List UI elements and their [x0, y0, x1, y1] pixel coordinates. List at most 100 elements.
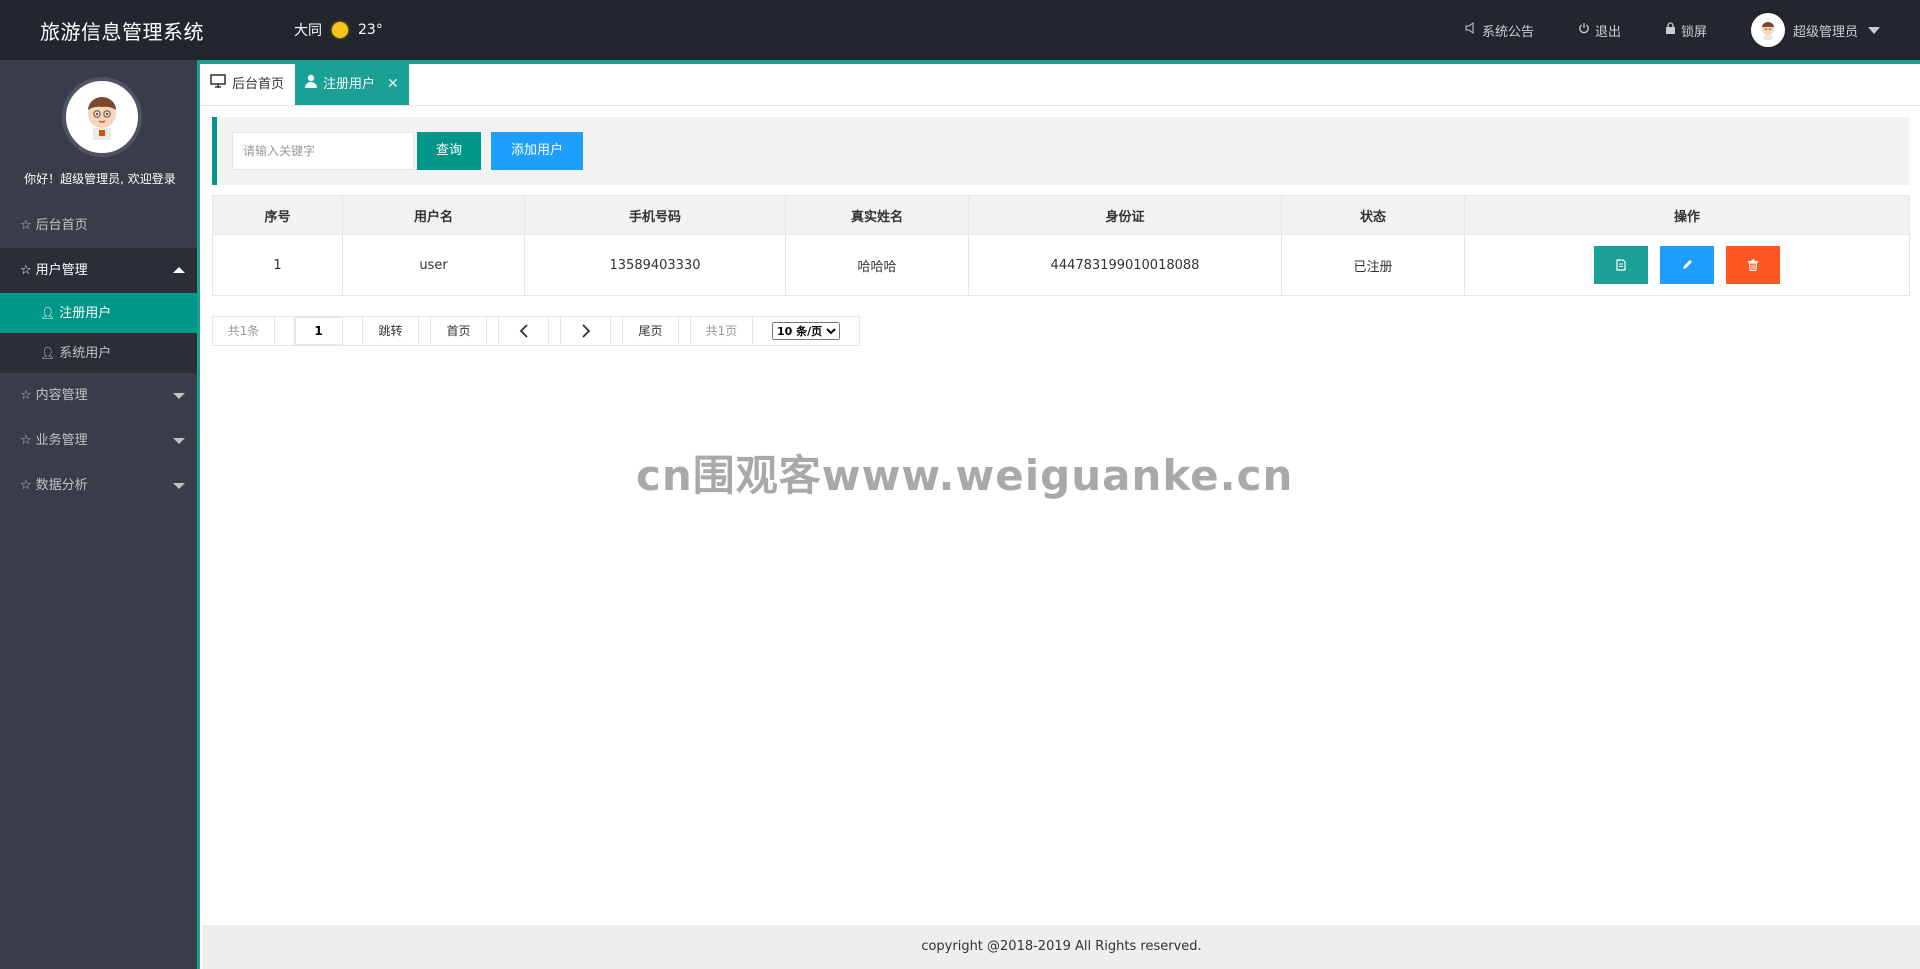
sun-icon [332, 22, 348, 38]
sidebar-item-label: 用户管理 [35, 263, 88, 278]
document-icon [1616, 259, 1626, 271]
chevron-down-icon [173, 438, 185, 444]
sidebar-item-content-management[interactable]: ☆ 内容管理 [0, 373, 197, 418]
chevron-left-icon [519, 324, 528, 338]
trash-icon [1748, 259, 1758, 272]
pager-spacer [549, 317, 561, 345]
column-header: 身份证 [968, 195, 1282, 235]
lock-icon [1665, 22, 1676, 38]
chevron-down-icon [173, 483, 185, 489]
weather-temperature: 23° [358, 22, 383, 38]
star-icon: ☆ [20, 388, 32, 403]
notice-button[interactable]: 系统公告 [1465, 21, 1534, 40]
pager-page-input-wrap [294, 317, 343, 345]
notice-label: 系统公告 [1481, 24, 1534, 40]
sidebar-nav: ☆ 后台首页 ☆ 用户管理 👤︎ 注册用户 👤︎ 系统用户 ☆ 内容管理 ☆ 业务管理 ☆ 数… [0, 203, 197, 508]
user-name: 超级管理员 [1792, 24, 1858, 40]
sidebar-item-label: 后台首页 [35, 218, 88, 233]
column-header: 操作 [1464, 195, 1910, 235]
sidebar-item-home[interactable]: ☆ 后台首页 [0, 203, 197, 248]
sidebar-item-user-management[interactable]: ☆ 用户管理 [0, 248, 197, 293]
chevron-right-icon [581, 324, 590, 338]
tab-label: 后台首页 [232, 77, 285, 92]
page-input[interactable] [294, 317, 343, 345]
pager-spacer [487, 317, 499, 345]
first-page-button[interactable]: 首页 [431, 317, 487, 345]
page-size-wrap: 10 条/页 [753, 317, 859, 345]
pager-spacer [343, 317, 363, 345]
tab-registered-users[interactable]: 注册用户 ✕ [295, 64, 410, 105]
cell-actions [1464, 234, 1910, 296]
sidebar: 你好！超级管理员, 欢迎登录 ☆ 后台首页 ☆ 用户管理 👤︎ 注册用户 👤︎ 系统用户… [0, 60, 200, 969]
power-icon [1578, 22, 1590, 38]
star-icon: ☆ [20, 433, 32, 448]
app-title: 旅游信息管理系统 [40, 20, 204, 44]
chevron-down-icon [1868, 26, 1880, 34]
pager-spacer [419, 317, 431, 345]
cell-phone: 13589403330 [524, 234, 786, 296]
weather-city: 大同 [294, 23, 322, 39]
speaker-icon [1465, 22, 1477, 38]
pager-spacer [679, 317, 691, 345]
next-page-button[interactable] [561, 317, 611, 345]
sidebar-item-label: 系统用户 [59, 346, 112, 361]
sidebar-avatar [62, 77, 142, 157]
add-user-button[interactable]: 添加用户 [491, 132, 583, 170]
welcome-text: 你好！超级管理员, 欢迎登录 [24, 172, 176, 186]
search-input[interactable] [232, 132, 414, 170]
lock-label: 锁屏 [1680, 24, 1707, 40]
sidebar-item-label: 业务管理 [35, 433, 88, 448]
column-header: 真实姓名 [785, 195, 969, 235]
cell-index: 1 [212, 234, 343, 296]
pager-spacer [611, 317, 623, 345]
pager-pages: 共1页 [691, 317, 753, 345]
sidebar-item-label: 数据分析 [35, 478, 88, 493]
sidebar-item-label: 内容管理 [35, 388, 88, 403]
footer-copyright: copyright @2018-2019 All Rights reserved… [203, 925, 1920, 969]
weather-widget: 大同 23° [294, 20, 383, 40]
star-icon: ☆ [20, 263, 32, 278]
cell-username: user [342, 234, 525, 296]
header-actions: 系统公告 退出 锁屏 超级管理员 [1421, 0, 1880, 60]
query-button[interactable]: 查询 [417, 132, 481, 170]
table-header-row: 序号 用户名 手机号码 真实姓名 身份证 状态 操作 [212, 195, 1910, 235]
top-header: 旅游信息管理系统 大同 23° 系统公告 退出 锁屏 超级管理员 [0, 0, 1920, 60]
view-button[interactable] [1594, 246, 1648, 284]
star-icon: ☆ [20, 218, 32, 233]
tab-home[interactable]: 后台首页 [200, 64, 296, 105]
page-size-select[interactable]: 10 条/页 [772, 322, 840, 340]
tab-bar: 后台首页 注册用户 ✕ [200, 64, 1920, 106]
logout-label: 退出 [1594, 24, 1621, 40]
edit-button[interactable] [1660, 246, 1714, 284]
close-icon[interactable]: ✕ [387, 64, 399, 105]
sidebar-item-system-users[interactable]: 👤︎ 系统用户 [0, 333, 197, 373]
sidebar-item-label: 注册用户 [59, 306, 112, 321]
sidebar-item-registered-users[interactable]: 👤︎ 注册用户 [0, 293, 197, 333]
pager-spacer [275, 317, 295, 345]
sidebar-item-business-management[interactable]: ☆ 业务管理 [0, 418, 197, 463]
pagination: 共1条 跳转 首页 尾页 共1页 10 条/页 [212, 316, 860, 346]
pencil-icon [1683, 260, 1692, 269]
lock-screen-button[interactable]: 锁屏 [1665, 21, 1707, 40]
sidebar-item-data-analysis[interactable]: ☆ 数据分析 [0, 463, 197, 508]
delete-button[interactable] [1726, 246, 1780, 284]
watermark-text: cn围观客www.weiguanke.cn [636, 451, 1294, 500]
cell-realname: 哈哈哈 [785, 234, 969, 296]
chevron-down-icon [173, 393, 185, 399]
column-header: 用户名 [342, 195, 525, 235]
prev-page-button[interactable] [499, 317, 549, 345]
jump-button[interactable]: 跳转 [363, 317, 419, 345]
star-icon: ☆ [20, 478, 32, 493]
chevron-up-icon [173, 267, 185, 273]
user-icon: 👤︎ [40, 306, 56, 320]
last-page-button[interactable]: 尾页 [623, 317, 679, 345]
user-icon [305, 64, 318, 105]
user-icon: 👤︎ [40, 346, 56, 360]
users-table: 序号 用户名 手机号码 真实姓名 身份证 状态 操作 1 user 135894… [212, 195, 1910, 296]
table-row: 1 user 13589403330 哈哈哈 44478319901001808… [212, 234, 1910, 296]
cell-idcard: 444783199010018088 [968, 234, 1282, 296]
logout-button[interactable]: 退出 [1578, 21, 1621, 40]
tab-label: 注册用户 [323, 77, 376, 92]
user-menu[interactable]: 超级管理员 [1750, 13, 1880, 47]
cell-status: 已注册 [1281, 234, 1465, 296]
